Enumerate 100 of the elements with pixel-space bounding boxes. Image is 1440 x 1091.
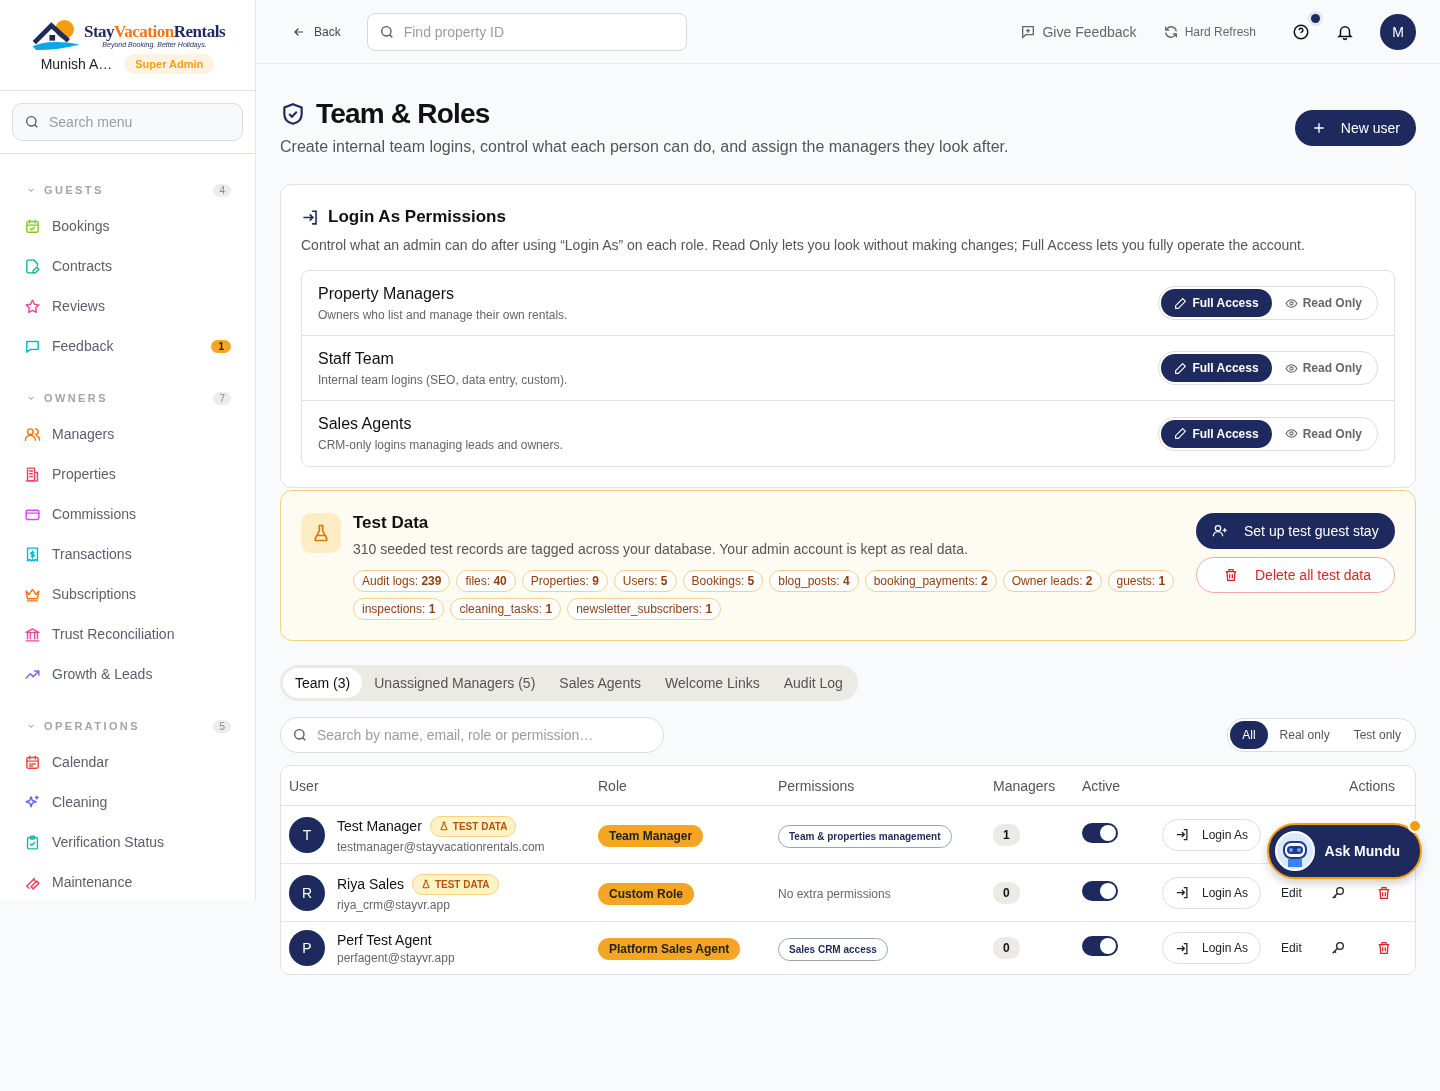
tab[interactable]: Team (3) xyxy=(283,668,363,698)
record-count-tag: Bookings: 5 xyxy=(682,570,764,592)
receipt-dollar-icon xyxy=(24,545,41,563)
sidebar-item[interactable]: Bookings xyxy=(24,206,231,246)
user-plus-icon xyxy=(1212,523,1228,539)
sidebar-item[interactable]: Transactions xyxy=(24,534,231,574)
record-count-tag: blog_posts: 4 xyxy=(769,570,859,592)
user-avatar: T xyxy=(289,816,325,853)
search-field[interactable]: Search by name, email, role or permission… xyxy=(280,717,664,753)
login-as-button[interactable]: Login As xyxy=(1162,932,1262,964)
help-icon[interactable] xyxy=(1292,22,1310,41)
read-only-option[interactable]: Read Only xyxy=(1271,419,1375,448)
full-access-option[interactable]: Full Access xyxy=(1161,289,1272,317)
search-field[interactable]: Find property ID xyxy=(366,12,687,51)
sidebar-item[interactable]: Contracts xyxy=(24,246,231,286)
login-icon xyxy=(1175,885,1190,900)
avatar[interactable]: M xyxy=(1380,13,1416,50)
role-description: CRM-only logins managing leads and owners. xyxy=(318,438,563,452)
login-icon xyxy=(1175,827,1190,842)
new-user-button[interactable]: New user xyxy=(1294,110,1416,146)
column-header: Role xyxy=(590,766,770,806)
test-data-badge: TEST DATA xyxy=(411,873,499,895)
full-access-option[interactable]: Full Access xyxy=(1161,354,1272,382)
sidebar-item[interactable]: Commissions xyxy=(24,494,231,534)
login-icon xyxy=(301,207,320,227)
record-count-tag: booking_payments: 2 xyxy=(864,570,997,592)
record-count-tag: cleaning_tasks: 1 xyxy=(450,598,562,620)
flask-icon xyxy=(420,879,431,889)
filter-option[interactable]: All xyxy=(1230,721,1268,749)
active-switch[interactable] xyxy=(1082,936,1118,956)
manager-count: 0 xyxy=(993,881,1020,904)
sidebar-item[interactable]: Calendar xyxy=(24,742,231,782)
role-tag: Team Manager xyxy=(598,824,704,847)
back-button[interactable]: Back xyxy=(292,24,341,39)
building-icon xyxy=(24,465,41,483)
login-icon xyxy=(1175,940,1190,956)
filter-option[interactable]: Real only xyxy=(1267,721,1342,749)
login-as-button[interactable]: Login As xyxy=(1162,876,1262,909)
login-as-button[interactable]: Login As xyxy=(1162,818,1262,851)
role-name: Sales Agents xyxy=(318,415,413,433)
read-only-option[interactable]: Read Only xyxy=(1271,354,1375,382)
pencil-icon xyxy=(1174,361,1188,375)
sidebar-item[interactable]: Verification Status xyxy=(24,822,231,862)
tab[interactable]: Audit Log xyxy=(771,668,855,698)
document-pen-icon xyxy=(24,257,41,275)
sidebar-item[interactable]: Trust Reconciliation xyxy=(24,614,231,654)
user-name: Perf Test Agent xyxy=(337,931,432,948)
pencil-icon xyxy=(1174,296,1188,310)
column-header: Active xyxy=(1074,766,1154,806)
page-subtitle: Create internal team logins, control what each person can do, and assign the managers they look after. xyxy=(280,138,1009,156)
flask-icon xyxy=(301,513,341,553)
user-avatar: R xyxy=(289,874,325,911)
user-name: Test Manager xyxy=(337,818,422,834)
read-only-option[interactable]: Read Only xyxy=(1271,289,1375,317)
user-name: Riya Sales xyxy=(337,876,404,892)
tab[interactable]: Unassigned Managers (5) xyxy=(362,668,548,698)
eye-icon xyxy=(1284,361,1298,375)
delete-test-data-button[interactable]: Delete all test data xyxy=(1196,557,1395,593)
trash-icon xyxy=(1223,567,1239,583)
edit-button[interactable]: Edit xyxy=(1275,941,1308,955)
manager-count: 1 xyxy=(993,823,1020,846)
card-title: Login As Permissions xyxy=(328,207,506,227)
page-title: Team & Roles xyxy=(316,98,490,130)
role-description: Owners who list and manage their own rentals. xyxy=(318,307,568,322)
tab[interactable]: Welcome Links xyxy=(653,668,772,698)
sidebar-item[interactable]: Maintenance xyxy=(24,862,231,900)
sidebar-item[interactable]: Cleaning xyxy=(24,782,231,822)
tab[interactable]: Sales Agents xyxy=(547,668,654,698)
column-header: Permissions xyxy=(770,766,985,806)
sidebar-item[interactable]: Subscriptions xyxy=(24,574,231,614)
active-switch[interactable] xyxy=(1082,880,1118,901)
active-switch[interactable] xyxy=(1082,822,1118,843)
robot-icon xyxy=(1274,831,1315,871)
sidebar-item[interactable]: Growth & Leads xyxy=(24,654,231,694)
setup-test-stay-button[interactable]: Set up test guest stay xyxy=(1196,513,1395,549)
user-email: perfagent@stayvr.app xyxy=(337,950,455,965)
sidebar-item[interactable]: Managers xyxy=(24,414,231,454)
search-field[interactable]: Search menu xyxy=(12,103,243,141)
role-name: Staff Team xyxy=(318,349,395,368)
record-count-tag: guests: 1 xyxy=(1107,570,1175,592)
calendar-icon xyxy=(24,753,41,771)
column-header: Actions xyxy=(1154,766,1415,806)
record-count-tag: files: 40 xyxy=(456,570,516,592)
count-badge: 7 xyxy=(213,391,231,405)
calendar-check-icon xyxy=(24,217,41,235)
permission-text: No extra permissions xyxy=(778,886,891,901)
feedback-button[interactable]: Give Feedback xyxy=(1020,23,1137,40)
record-count-tag: Users: 5 xyxy=(613,570,677,592)
filter-option[interactable]: Test only xyxy=(1341,721,1413,749)
refresh-button[interactable]: Hard Refresh xyxy=(1162,23,1256,40)
sidebar-item[interactable]: Reviews xyxy=(24,286,231,326)
message-plus-icon xyxy=(1020,23,1037,40)
sidebar-item[interactable]: Properties xyxy=(24,454,231,494)
sidebar-item[interactable]: Feedback 1 xyxy=(24,326,231,366)
role-badge: Super Admin xyxy=(124,54,215,74)
full-access-option[interactable]: Full Access xyxy=(1161,419,1272,448)
count-badge: 5 xyxy=(213,719,231,733)
edit-button[interactable]: Edit xyxy=(1275,885,1308,900)
refresh-icon xyxy=(1162,23,1179,40)
manager-count: 0 xyxy=(993,937,1020,959)
